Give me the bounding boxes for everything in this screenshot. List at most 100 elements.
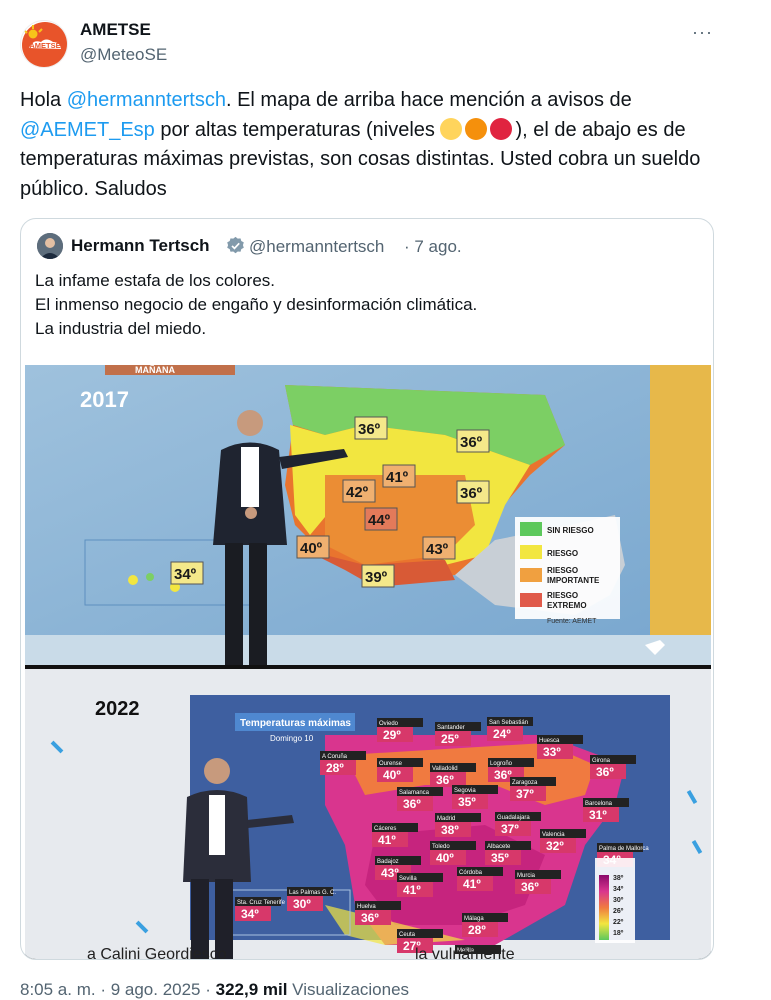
legend-label: SIN RIESGO	[547, 526, 594, 535]
city-name: Ourense	[379, 761, 403, 767]
scale-label: 30º	[613, 897, 624, 904]
city-temperature: 36º	[361, 911, 379, 925]
scale-label: 38º	[613, 875, 624, 882]
quoted-text-line: El inmenso negocio de engaño y desinform…	[35, 295, 478, 314]
city-name: Badajoz	[377, 859, 399, 865]
city-temperature: 29º	[383, 728, 401, 742]
city-temperature: 33º	[543, 745, 561, 759]
city-temperature: 25º	[441, 732, 459, 746]
city-name: Sta. Cruz Tenerife	[237, 900, 286, 906]
city-name: Málaga	[464, 916, 484, 922]
map-2017-temp: 36º	[460, 434, 483, 451]
author-name[interactable]: AMETSE	[80, 20, 151, 40]
map-2017-temp: 36º	[358, 421, 381, 438]
city-temperature: 40º	[383, 768, 401, 782]
city-name: Madrid	[437, 816, 455, 822]
city-temperature: 31º	[589, 808, 607, 822]
scale-label: 22º	[613, 919, 624, 926]
city-name: Huelva	[357, 904, 376, 910]
city-temperature: 36º	[403, 797, 421, 811]
city-name: Barcelona	[585, 801, 613, 807]
city-name: Sevilla	[399, 876, 417, 882]
view-count: 322,9 mil	[215, 980, 288, 999]
orange-circle-emoji	[465, 117, 488, 140]
map-2017-top-label: MAÑANA	[135, 365, 175, 375]
city-name: Palma de Mallorca	[599, 846, 649, 852]
tweet-text-part: Hola	[20, 89, 67, 111]
city-temperature: 38º	[441, 823, 459, 837]
city-name: Valencia	[542, 832, 565, 838]
map-2017-temp: 34º	[174, 566, 197, 583]
map-2022-bottom-text-left: a Calini Geordiesco	[87, 946, 227, 959]
mention-link-hermanntertsch[interactable]: @hermanntertsch	[67, 89, 226, 111]
city-name: Huesca	[539, 738, 560, 744]
map-2017-temp: 40º	[300, 540, 323, 557]
city-name: Murcia	[517, 873, 536, 879]
map-2017-temp: 44º	[368, 512, 391, 529]
city-name: Albacete	[487, 844, 511, 850]
quoted-tweet[interactable]: Hermann Tertsch @hermanntertsch · 7 ago.…	[20, 218, 714, 960]
city-name: Valladolid	[432, 766, 458, 772]
scale-label: 34º	[613, 886, 624, 893]
city-name: Santander	[437, 725, 465, 731]
city-temperature: 34º	[241, 907, 259, 921]
map-2022-year: 2022	[95, 698, 140, 720]
map-2022-bottom-text-right: la vulnamente	[415, 946, 515, 959]
city-temperature: 28º	[326, 761, 344, 775]
quoted-tweet-image[interactable]: MAÑANA 2017 36º 36º 41º 42º 36º 44º 40º …	[25, 365, 711, 959]
verified-badge-icon	[226, 236, 245, 255]
map-2017-temp: 42º	[346, 484, 369, 501]
mention-link-aemet[interactable]: @AEMET_Esp	[20, 119, 155, 141]
map-2017-temp: 39º	[365, 569, 388, 586]
city-temperature: 41º	[463, 877, 481, 891]
yellow-circle-emoji	[440, 117, 463, 140]
city-temperature: 36º	[521, 880, 539, 894]
author-avatar[interactable]: AMETSE	[20, 20, 68, 68]
more-options-icon[interactable]: ···	[692, 22, 713, 43]
quoted-author-name[interactable]: Hermann Tertsch	[71, 236, 210, 256]
quoted-tweet-header: Hermann Tertsch @hermanntertsch · 7 ago.	[37, 233, 697, 261]
quoted-author-handle[interactable]: @hermanntertsch	[249, 237, 384, 257]
legend-label: RIESGO	[547, 591, 578, 600]
legend-label: RIESGO	[547, 549, 578, 558]
city-temperature: 40º	[436, 851, 454, 865]
map-2017-temp: 41º	[386, 469, 409, 486]
map-2017-source: Fuente: AEMET	[547, 618, 597, 625]
map-2017-temp: 36º	[460, 485, 483, 502]
city-name: Salamanca	[399, 790, 430, 796]
map-2022-title: Temperaturas máximas	[240, 718, 351, 729]
city-temperature: 37º	[501, 822, 519, 836]
tweet-text: Hola @hermanntertsch. El mapa de arriba …	[20, 86, 720, 204]
city-name: Zaragoza	[512, 780, 538, 786]
city-name: Las Palmas G. C.	[289, 890, 336, 896]
legend-label: EXTREMO	[547, 601, 587, 610]
city-name: Oviedo	[379, 721, 399, 727]
map-2022-panel: 2022 Temperaturas máximas Domingo 10 Ovi…	[25, 669, 711, 959]
quoted-text-line: La industria del miedo.	[35, 319, 207, 338]
city-temperature: 36º	[596, 765, 614, 779]
city-name: Ceuta	[399, 932, 416, 938]
quoted-tweet-date[interactable]: · 7 ago.	[404, 237, 462, 257]
svg-text:AMETSE: AMETSE	[29, 41, 60, 50]
tweet-timestamp[interactable]: 8:05 a. m. · 9 ago. 2025 ·	[20, 980, 216, 999]
scale-label: 26º	[613, 908, 624, 915]
tweet-header: AMETSE AMETSE @MeteoSE ···	[20, 18, 720, 70]
city-temperature: 37º	[516, 787, 534, 801]
quoted-text-line: La infame estafa de los colores.	[35, 271, 276, 290]
city-temperature: 28º	[468, 923, 486, 937]
views-label: Visualizaciones	[287, 980, 410, 999]
map-2017-legend: SIN RIESGO RIESGO RIESGO IMPORTANTE RIES…	[515, 517, 620, 619]
city-name: Cáceres	[374, 826, 396, 832]
city-temperature: 41º	[378, 833, 396, 847]
red-circle-emoji	[490, 117, 513, 140]
legend-label: IMPORTANTE	[547, 576, 600, 585]
city-temperature: 35º	[491, 851, 509, 865]
scale-label: 18º	[613, 930, 624, 937]
city-name: San Sebastián	[489, 720, 528, 726]
city-name: Segovia	[454, 788, 476, 794]
quoted-author-avatar[interactable]	[37, 233, 63, 259]
map-2022-subtitle: Domingo 10	[270, 734, 314, 743]
map-2017-year: 2017	[80, 387, 129, 412]
city-name: A Coruña	[322, 754, 348, 760]
author-handle[interactable]: @MeteoSE	[80, 45, 167, 65]
